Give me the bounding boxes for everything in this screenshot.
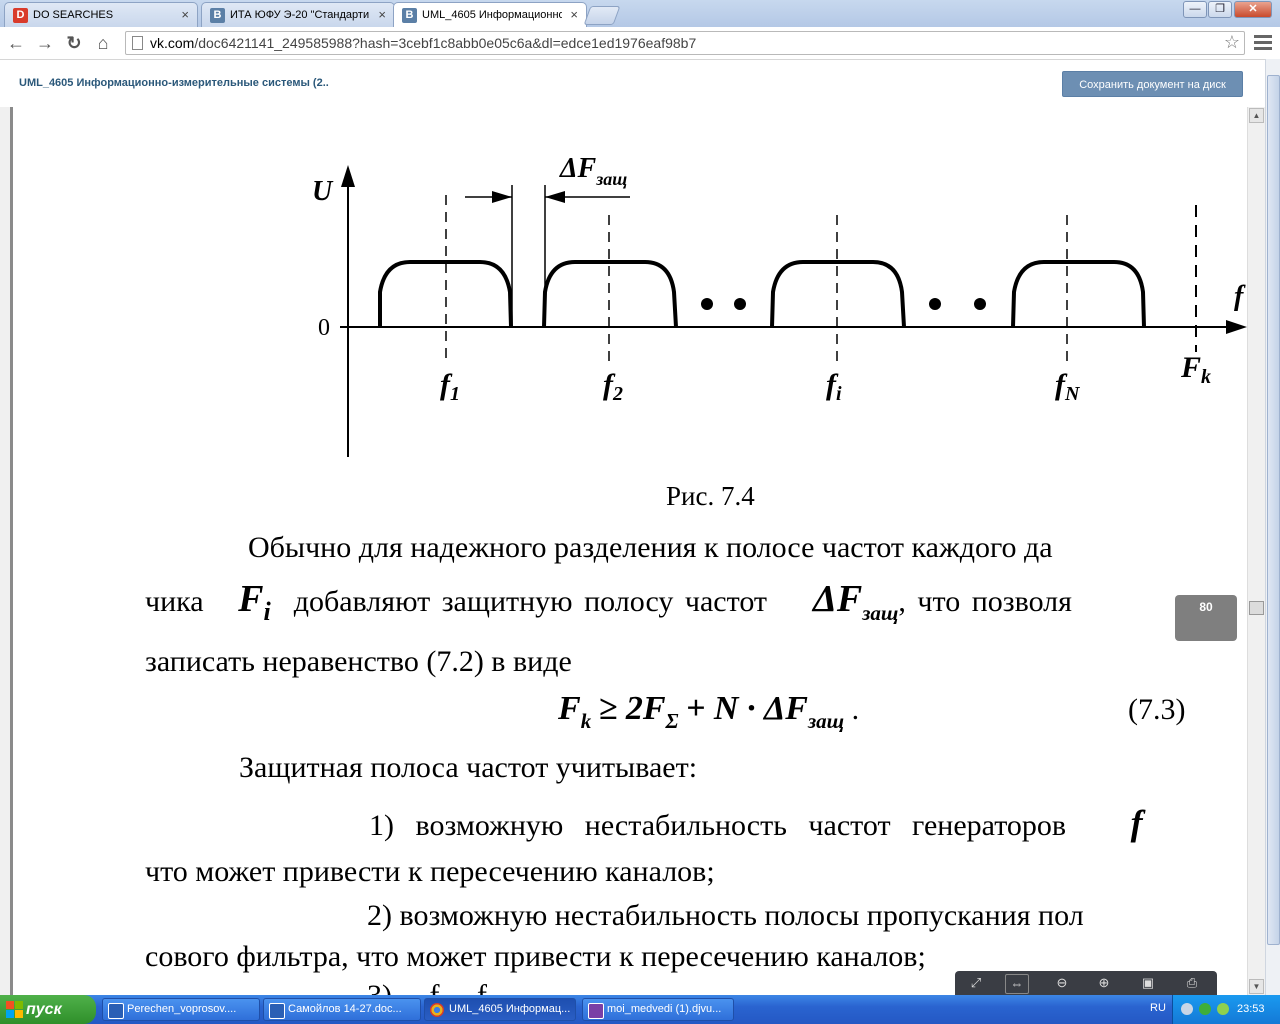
bookmark-star-icon[interactable]: ☆ [1224, 32, 1240, 53]
home-button[interactable]: ⌂ [92, 32, 114, 54]
vk-favicon-icon: B [210, 8, 225, 23]
paragraph-line: чика Fi добавляют защитную полосу частот… [145, 578, 1072, 626]
channel-2 [542, 260, 678, 328]
word-document-icon [269, 1003, 285, 1019]
back-button[interactable]: ← [5, 32, 27, 54]
minimize-button[interactable]: — [1183, 1, 1207, 18]
document-scrollbar[interactable]: ▲ ▼ [1247, 107, 1266, 995]
list-item-continuation: сового фильтра, что может привести к пер… [145, 940, 926, 973]
windows-taskbar: пуск Perechen_voprosov.... Самойлов 14-2… [0, 995, 1280, 1024]
tray-arrow-icon[interactable] [1181, 1003, 1193, 1015]
close-window-button[interactable]: ✕ [1234, 1, 1272, 18]
zoom-out-icon[interactable]: ⊖ [1051, 974, 1073, 992]
tab-title: ИТА ЮФУ Э-20 "Стандарти [230, 9, 370, 21]
page-icon [132, 36, 143, 50]
tab-uml-4605[interactable]: B UML_4605 Информационно- × [393, 2, 587, 27]
browser-scroll-thumb[interactable] [1267, 75, 1280, 945]
x-axis-arrow [1226, 320, 1247, 334]
tray-network-icon[interactable] [1199, 1003, 1211, 1015]
djvu-viewer-icon [588, 1003, 604, 1019]
address-bar[interactable]: vk.com/doc6421141_249585988?hash=3cebf1c… [125, 31, 1245, 55]
tab-close-icon[interactable]: × [378, 7, 386, 22]
paragraph-line: записать неравенство (7.2) в виде [145, 645, 572, 678]
ellipsis-dots [701, 298, 986, 310]
taskbar-item[interactable]: moi_medvedi (1).djvu... [582, 998, 734, 1021]
f1-label: f1 [440, 368, 460, 405]
url-text[interactable]: vk.com/doc6421141_249585988?hash=3cebf1c… [150, 35, 696, 51]
reload-button[interactable]: ↻ [63, 32, 85, 54]
save-to-disk-button[interactable]: Сохранить документ на диск [1062, 71, 1243, 97]
tab-title: DO SEARCHES [33, 9, 114, 21]
new-tab-button[interactable] [583, 6, 621, 25]
scroll-thumb[interactable] [1249, 601, 1264, 615]
tab-strip: D DO SEARCHES × B ИТА ЮФУ Э-20 "Стандарт… [0, 0, 1280, 27]
zero-label: 0 [318, 315, 330, 341]
y-axis-arrow [341, 165, 355, 187]
do-searches-favicon-icon: D [13, 8, 28, 23]
fi-label: fi [826, 368, 842, 405]
print-icon[interactable]: ⎙ [1181, 974, 1203, 992]
forward-button[interactable]: → [34, 32, 56, 54]
clock: 23:53 [1237, 1003, 1265, 1015]
browser-toolbar: ← → ↻ ⌂ vk.com/doc6421141_249585988?hash… [0, 27, 1280, 60]
f2-label: f2 [603, 368, 623, 405]
save-icon[interactable]: ▣ [1137, 974, 1159, 992]
scroll-down-icon[interactable]: ▼ [1249, 979, 1264, 994]
figure-caption: Рис. 7.4 [666, 481, 755, 511]
fit-page-icon[interactable]: ⤢ [965, 974, 987, 992]
x-axis-label: f [1234, 281, 1246, 312]
word-document-icon [108, 1003, 124, 1019]
start-label: пуск [26, 1001, 62, 1018]
tab-do-searches[interactable]: D DO SEARCHES × [4, 2, 198, 27]
document-viewport: U 0 ΔFзащ f f1 f2 fi fN Fk Рис. 7.4 Обыч… [0, 107, 1247, 995]
channel-N [1011, 260, 1146, 328]
taskbar-item[interactable]: UML_4605 Информац... [424, 998, 576, 1021]
browser-scrollbar[interactable] [1265, 59, 1280, 995]
tab-close-icon[interactable]: × [181, 7, 189, 22]
document-header: UML_4605 Информационно-измерительные сис… [0, 60, 1265, 108]
windows-logo-icon [6, 1001, 23, 1018]
list-item: 3) ... f ... f [367, 979, 487, 995]
restore-button[interactable]: ❐ [1208, 1, 1232, 18]
tab-close-icon[interactable]: × [570, 7, 578, 22]
guard-band-label: ΔFзащ [559, 153, 627, 189]
zoom-in-icon[interactable]: ⊕ [1093, 974, 1115, 992]
fit-width-icon[interactable]: ⇔ [1005, 974, 1029, 994]
channel-i [770, 260, 906, 328]
taskbar-item[interactable]: Самойлов 14-27.doc... [263, 998, 421, 1021]
document-title: UML_4605 Информационно-измерительные сис… [19, 77, 329, 89]
start-button[interactable]: пуск [0, 995, 96, 1024]
tab-title: UML_4605 Информационно- [422, 9, 562, 21]
list-item-continuation: что может привести к пересечению каналов… [145, 855, 715, 888]
tray-app-icon[interactable] [1217, 1003, 1229, 1015]
tab-ita-yufu[interactable]: B ИТА ЮФУ Э-20 "Стандарти × [201, 2, 395, 27]
spectrum-figure: U 0 ΔFзащ f f1 f2 fi fN Fk [312, 153, 1247, 457]
chrome-icon [430, 1003, 444, 1017]
vk-favicon-icon: B [402, 8, 417, 23]
equation-7-3: Fk ≥ 2FΣ + N · ΔFзащ . [558, 690, 860, 733]
paragraph-line: Защитная полоса частот учитывает: [239, 751, 698, 784]
scroll-up-icon[interactable]: ▲ [1249, 108, 1264, 123]
y-axis-label: U [312, 176, 334, 207]
paragraph-line: Обычно для надежного разделения к полосе… [248, 531, 1053, 564]
menu-wrench-icon[interactable] [1254, 32, 1272, 52]
Fk-label: Fk [1180, 351, 1211, 388]
taskbar-item[interactable]: Perechen_voprosov.... [102, 998, 260, 1021]
equation-number: (7.3) [1128, 693, 1186, 726]
page-number-badge: 80 [1175, 595, 1237, 641]
document-tools-bar: ⤢ ⇔ ⊖ ⊕ ▣ ⎙ [955, 971, 1217, 995]
language-indicator[interactable]: RU [1150, 1002, 1166, 1014]
list-item: 1) возможную нестабильность частот генер… [369, 803, 1143, 843]
fN-label: fN [1055, 368, 1081, 405]
list-item: 2) возможную нестабильность полосы пропу… [367, 899, 1084, 932]
